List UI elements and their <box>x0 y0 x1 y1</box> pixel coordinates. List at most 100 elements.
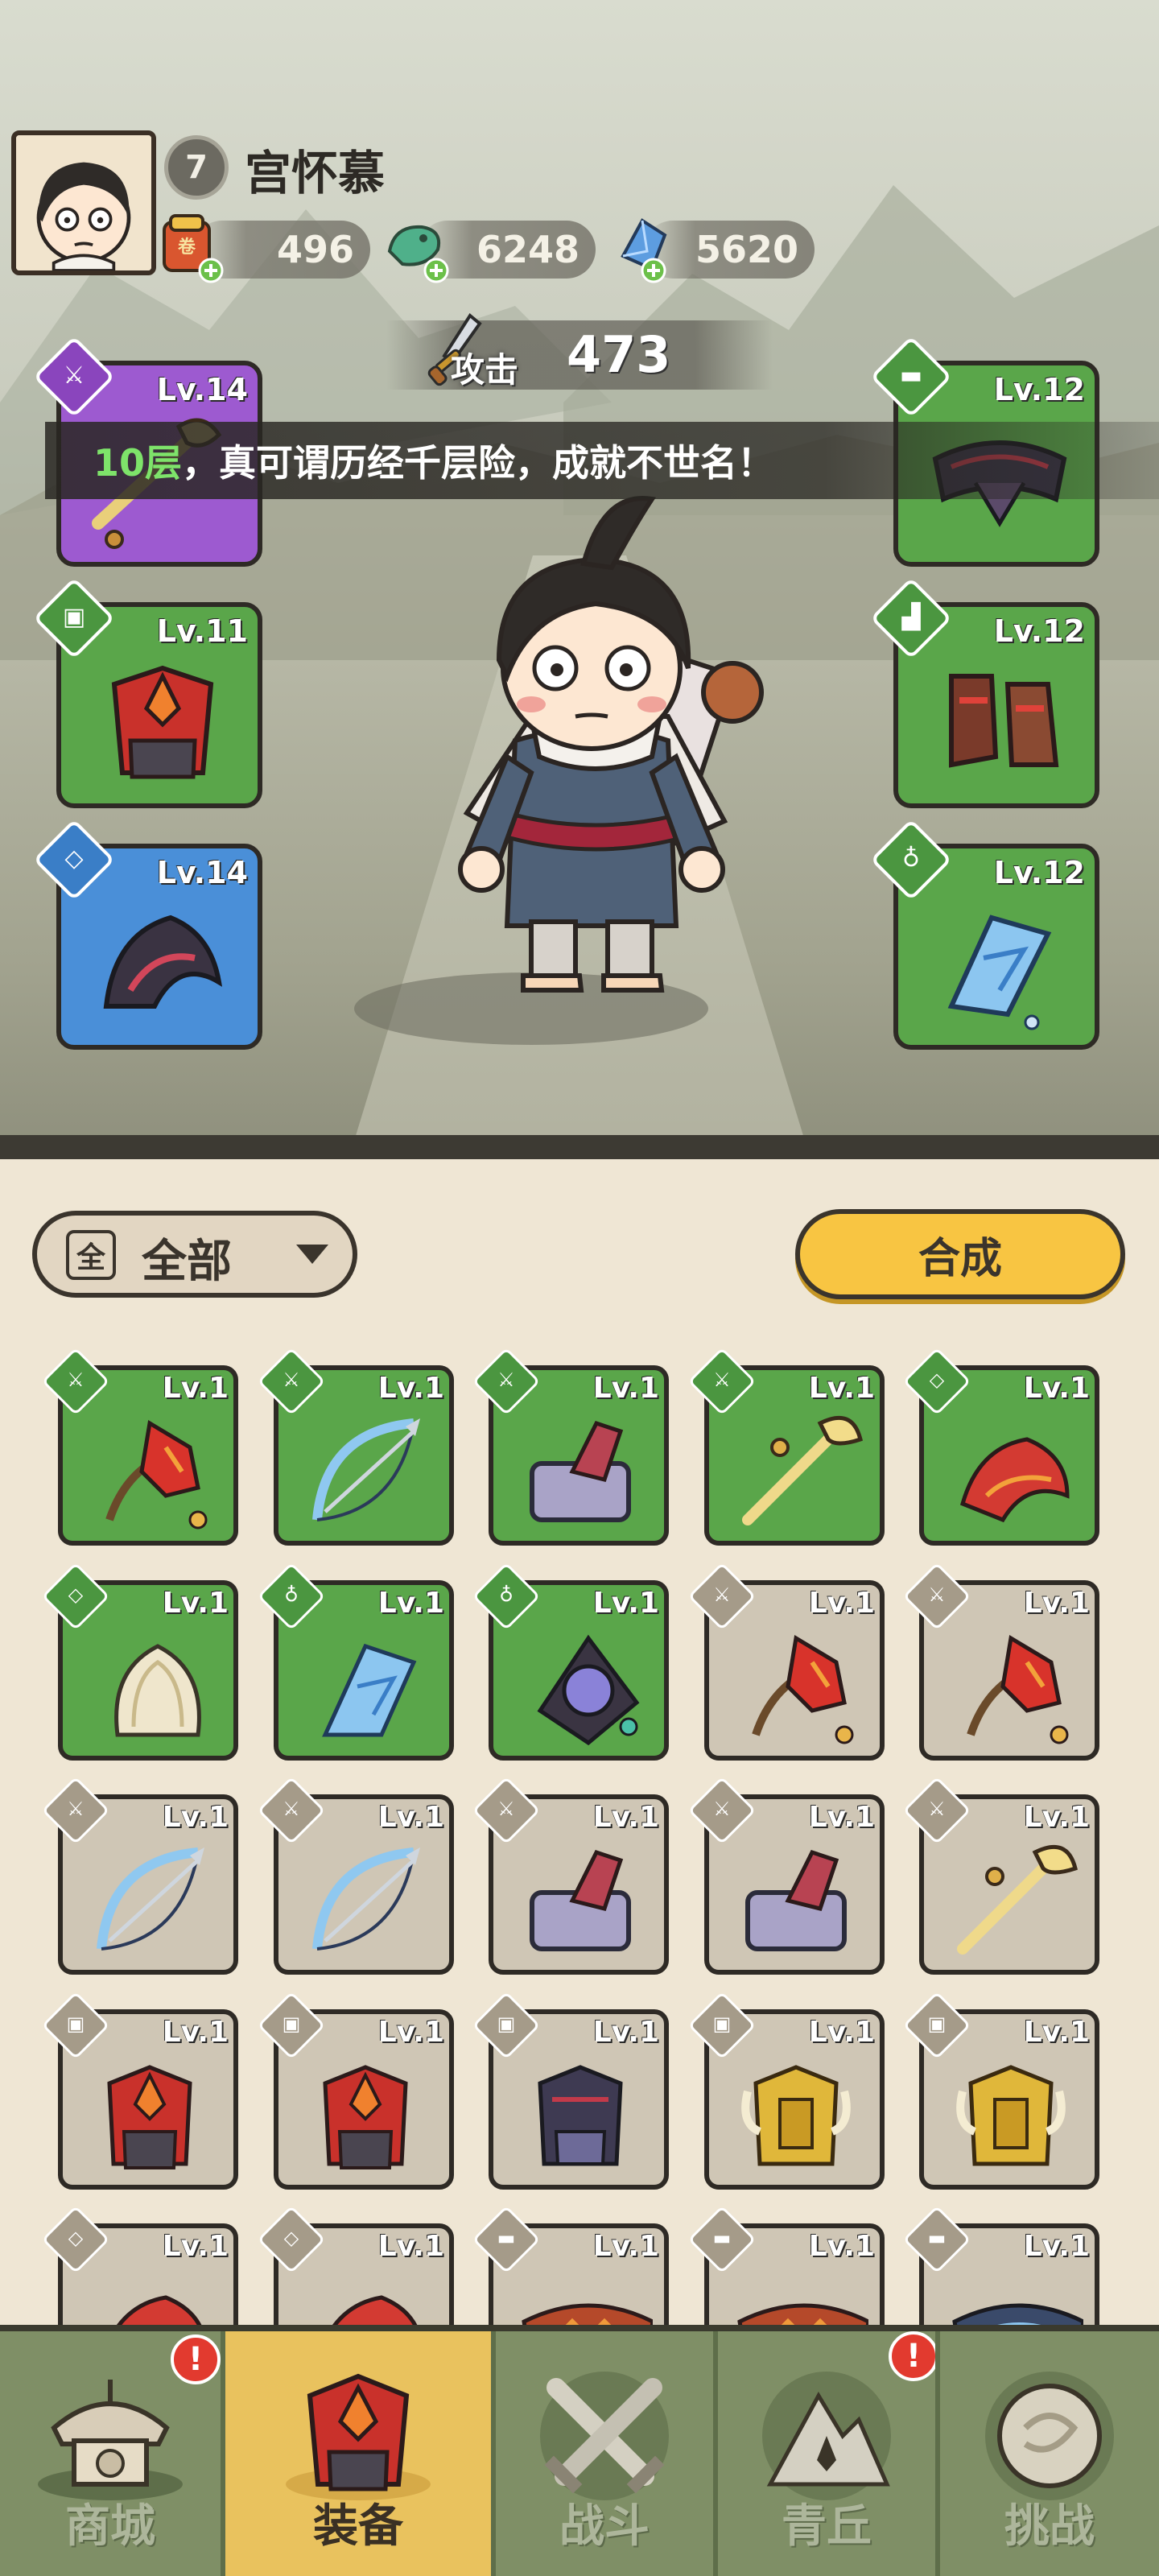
shop-icon <box>38 2380 183 2500</box>
player-avatar[interactable] <box>11 130 156 275</box>
banner-highlight: 10层 <box>93 441 183 485</box>
item-level: Lv.1 <box>592 1801 659 1834</box>
red-boots-icon <box>949 674 1059 768</box>
inventory-item[interactable]: ⚔ Lv.1 <box>687 1776 885 1975</box>
inventory-item[interactable]: ⚔ Lv.1 <box>902 1776 1099 1975</box>
inventory-item[interactable]: ▣ Lv.1 <box>687 1991 885 2190</box>
item-level: Lv.1 <box>592 2230 659 2263</box>
item-type-icon: ▬ <box>497 2227 516 2249</box>
item-type-icon: ⚔ <box>283 1798 300 1820</box>
inventory-item[interactable]: ▣ Lv.1 <box>41 1991 238 2190</box>
equip-slot-boots[interactable]: ▟ Lv.12 <box>870 577 1099 808</box>
dark-bracer-icon <box>103 914 223 1009</box>
inventory-item[interactable]: ⚔ Lv.1 <box>472 1776 669 1975</box>
ice-pendant-icon <box>947 914 1052 1030</box>
player-level-badge: 7 <box>164 135 229 200</box>
nav-label-equipment: 装备 <box>313 2500 403 2553</box>
inventory-item[interactable]: ◇ Lv.1 <box>41 1562 238 1761</box>
red-armor-icon <box>111 665 214 779</box>
equip-level: Lv.14 <box>156 372 248 407</box>
item-type-icon: ◇ <box>283 2227 299 2249</box>
inventory-item[interactable]: ▣ Lv.1 <box>472 1991 669 2190</box>
inventory-item[interactable]: ⚔ Lv.1 <box>472 1347 669 1546</box>
scroll-bag-icon[interactable]: 卷 <box>153 211 230 288</box>
item-type-icon: ▣ <box>497 2013 516 2035</box>
equip-slot-accessory[interactable]: ◇ Lv.14 <box>33 819 262 1050</box>
equip-slot-pendant[interactable]: ♁ Lv.12 <box>870 819 1099 1050</box>
item-type-icon: ⚔ <box>67 1798 85 1820</box>
blue-crystal-icon[interactable] <box>605 211 683 288</box>
inventory-item[interactable]: ⚔ Lv.1 <box>257 1776 454 1975</box>
inventory-item[interactable]: ⚔ Lv.1 <box>687 1347 885 1546</box>
crossed-swords-icon <box>540 2372 669 2500</box>
item-level: Lv.1 <box>377 2016 444 2049</box>
boots-glyph-icon: ▟ <box>901 602 921 631</box>
nav-tab-challenge[interactable]: 挑战 <box>940 2331 1159 2576</box>
item-level: Lv.1 <box>377 2230 444 2263</box>
gold-armor-icon <box>741 2065 851 2166</box>
ice-bow-icon <box>97 1847 204 1951</box>
item-level: Lv.1 <box>162 1801 229 1834</box>
item-type-icon: ♁ <box>499 1583 514 1606</box>
item-type-icon: ⚔ <box>928 1798 946 1820</box>
item-level: Lv.1 <box>592 1372 659 1405</box>
item-level: Lv.1 <box>592 2016 659 2049</box>
inventory-item[interactable]: ◇ Lv.1 <box>902 1347 1099 1546</box>
inventory-item[interactable]: ⚔ Lv.1 <box>41 1776 238 1975</box>
item-level: Lv.1 <box>162 2230 229 2263</box>
scene-bottom-edge <box>0 1135 1159 1159</box>
jade-dragon-icon[interactable] <box>378 211 456 288</box>
attack-value: 473 <box>567 325 671 384</box>
inventory-item[interactable]: ⚔ Lv.1 <box>902 1562 1099 1761</box>
item-type-icon: ⚔ <box>283 1368 300 1391</box>
item-level: Lv.1 <box>162 1587 229 1620</box>
nav-tab-battle[interactable]: 战斗 <box>496 2331 713 2576</box>
equipment-icon <box>286 2373 431 2500</box>
equip-slot-armor[interactable]: ▣ Lv.11 <box>33 577 262 808</box>
nav-label-challenge: 挑战 <box>1004 2500 1095 2553</box>
player-name: 宫怀慕 <box>245 146 386 200</box>
inventory-item[interactable]: ⚔ Lv.1 <box>41 1347 238 1546</box>
inventory-item[interactable]: ▣ Lv.1 <box>902 1991 1099 2190</box>
item-level: Lv.1 <box>162 2016 229 2049</box>
floor-achievement-banner: 10层 ，真可谓历经千层险，成就不世名！ <box>45 422 1159 499</box>
item-level: Lv.1 <box>1023 2016 1090 2049</box>
inventory-item[interactable]: ⚔ Lv.1 <box>257 1347 454 1546</box>
inventory-item[interactable]: ▣ Lv.1 <box>257 1991 454 2190</box>
item-type-icon: ▣ <box>66 2013 85 2035</box>
inventory-item[interactable]: ♁ Lv.1 <box>472 1562 669 1761</box>
item-level: Lv.1 <box>1023 1587 1090 1620</box>
hero-character <box>458 496 764 993</box>
item-level: Lv.1 <box>162 1372 229 1405</box>
red-armor-icon <box>323 2065 408 2169</box>
inventory-item[interactable]: ♁ Lv.1 <box>257 1562 454 1761</box>
item-type-icon: ▣ <box>712 2013 732 2035</box>
item-level: Lv.1 <box>377 1801 444 1834</box>
item-type-icon: ▬ <box>712 2227 732 2249</box>
item-level: Lv.1 <box>808 2016 875 2049</box>
equip-level: Lv.12 <box>993 372 1085 407</box>
ice-bow-icon <box>312 1847 420 1951</box>
challenge-disc-icon <box>985 2372 1114 2500</box>
orb-pendant-icon <box>537 1634 640 1746</box>
bracer-glyph-icon: ◇ <box>64 844 84 873</box>
item-level: Lv.1 <box>808 1801 875 1834</box>
gold-armor-icon <box>956 2065 1066 2166</box>
filter-label: 全部 <box>142 1236 232 1288</box>
equip-level: Lv.14 <box>156 855 248 890</box>
equip-level: Lv.11 <box>156 613 248 649</box>
red-fan-icon <box>752 1634 854 1744</box>
mountain-icon <box>762 2372 891 2500</box>
red-fan-icon <box>105 1419 208 1530</box>
inventory-item[interactable]: ⚔ Lv.1 <box>687 1562 885 1761</box>
banner-text: ，真可谓历经千层险，成就不世名！ <box>182 441 775 485</box>
nav-tab-equipment[interactable]: 装备 <box>225 2331 491 2576</box>
item-type-icon: ◇ <box>929 1368 945 1391</box>
item-level: Lv.1 <box>377 1372 444 1405</box>
item-type-icon: ⚔ <box>497 1798 515 1820</box>
item-type-icon: ⚔ <box>67 1368 85 1391</box>
pendant-glyph-icon: ♁ <box>902 844 920 873</box>
red-armor-icon <box>107 2065 192 2169</box>
merge-button[interactable]: 合成 <box>795 1209 1125 1299</box>
item-level: Lv.1 <box>1023 1372 1090 1405</box>
